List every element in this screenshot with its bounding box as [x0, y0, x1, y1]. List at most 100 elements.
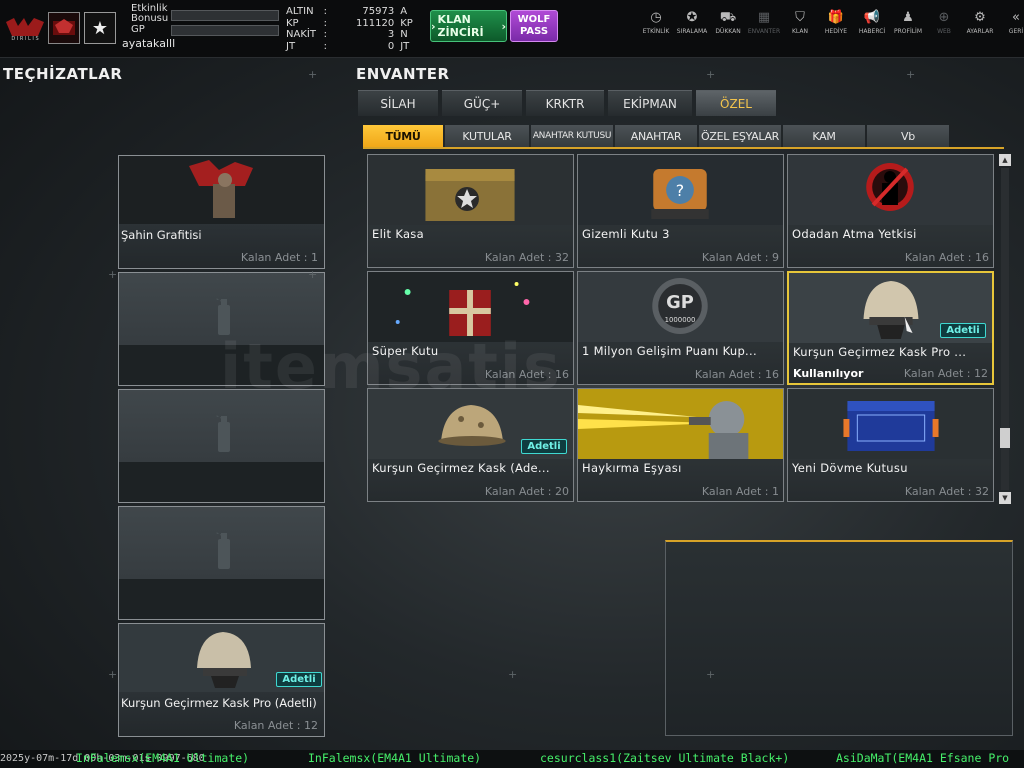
sub-tab[interactable]: KUTULAR [445, 125, 529, 147]
inventory-item-card[interactable]: GP 1000000 1 Milyon Gelişim Puanı Kup... Ka… [577, 271, 784, 385]
menu-item-label: AYARLAR [966, 28, 994, 35]
menu-item-label: SIRALAMA [676, 28, 708, 35]
scroll-thumb[interactable] [1000, 428, 1010, 448]
menu-item-klan[interactable]: ⛉ KLAN [782, 8, 818, 52]
sub-tab[interactable]: TÜMÜ [363, 125, 443, 147]
menu-item-envanter: ▦ ENVANTER [746, 8, 782, 52]
menu-item-label: HABERCİ [858, 28, 886, 35]
main-tab[interactable]: ÖZEL [696, 90, 776, 116]
main-tab[interactable]: EKİPMAN [608, 90, 692, 116]
menu-item-label: KLAN [791, 28, 808, 35]
currency-row-cash: NAKİT : 3 N [286, 29, 420, 41]
scroll-down-icon[interactable]: ▼ [999, 492, 1011, 504]
item-status: Kullanılıyor [793, 367, 864, 380]
item-qty: Kalan Adet : 12 [903, 367, 988, 380]
spray-can-icon [215, 414, 230, 452]
top-bar: D I R I L I S ★ Etkinlik Bonusu GP ayata… [0, 0, 1024, 58]
wolf-pass-button[interactable]: WOLF PASS [510, 10, 558, 42]
equipment-qty: Kalan Adet : 1 [240, 251, 318, 264]
currency-unit: N [400, 29, 408, 40]
gear-icon: ⚙ [974, 10, 986, 25]
menu-item-ayarlar[interactable]: ⚙ AYARLAR [962, 8, 998, 52]
inventory-item-card[interactable]: ? Gizemli Kutu 3 Kalan Adet : 9 [577, 154, 784, 268]
clan-emblem-icon[interactable] [48, 12, 80, 44]
globe-icon: ⊕ [938, 10, 950, 25]
currency-label: NAKİT [286, 29, 316, 40]
sub-tab[interactable]: ÖZEL EŞYALAR [699, 125, 781, 147]
item-name: Elit Kasa [372, 227, 424, 241]
klan-chain-button[interactable]: › KLAN ZİNCİRİ › [430, 10, 507, 42]
menu-item-etki̇nli̇k[interactable]: ◷ ETKİNLİK [638, 8, 674, 52]
wolf-logo-icon: D I R I L I S [6, 18, 44, 42]
item-qty: Kalan Adet : 32 [484, 251, 569, 264]
menu-item-geri̇[interactable]: « GERİ [998, 8, 1024, 52]
item-detail-panel [665, 540, 1013, 736]
gift-icon: 🎁 [827, 10, 845, 25]
main-tab[interactable]: SİLAH [358, 90, 438, 116]
item-image [578, 389, 783, 459]
currency-unit: KP [400, 17, 413, 29]
item-image: GP 1000000 [578, 272, 783, 342]
item-image [788, 389, 993, 459]
inventory-grid: Elit Kasa Kalan Adet : 32? Gizemli Kutu 3 K… [367, 154, 995, 504]
spray-can-icon [215, 531, 230, 569]
menu-item-profi̇li̇m[interactable]: ♟ PROFİLİM [890, 8, 926, 52]
wolf-pass-label-1: WOLF [517, 14, 551, 25]
sub-tab[interactable]: Vb [867, 125, 949, 147]
watermark: itemsatis [220, 330, 563, 403]
inventory-item-card[interactable]: Haykırma Eşyası Kalan Adet : 1 [577, 388, 784, 502]
gp-label: GP [131, 24, 145, 35]
inventory-item-card[interactable]: Elit Kasa Kalan Adet : 32 [367, 154, 574, 268]
menu-item-siralama[interactable]: ✪ SIRALAMA [674, 8, 710, 52]
item-image [368, 155, 573, 225]
event-bonus-bar [171, 10, 279, 21]
equipment-slot[interactable] [118, 506, 325, 620]
item-name: Kurşun Geçirmez Kask Pro ... [793, 345, 967, 359]
item-name: Yeni Dövme Kutusu [792, 461, 908, 475]
adetli-badge: Adetli [521, 439, 567, 454]
inventory-item-card[interactable]: Kurşun Geçirmez Kask Pro ... Kalan Adet :… [787, 271, 994, 385]
inventory-item-card[interactable]: Kurşun Geçirmez Kask (Ade... Kalan Adet :… [367, 388, 574, 502]
decor-plus: + [108, 268, 118, 281]
sub-tab[interactable]: ANAHTAR KUTUSU [531, 125, 613, 147]
inventory-item-card[interactable]: Odadan Atma Yetkisi Kalan Adet : 16 [787, 154, 994, 268]
menu-item-hedi̇ye[interactable]: 🎁 HEDİYE [818, 8, 854, 52]
item-name: Gizemli Kutu 3 [582, 227, 670, 241]
decor-plus: + [706, 668, 716, 681]
sub-tab[interactable]: ANAHTAR [615, 125, 697, 147]
equipment-slot[interactable]: Kurşun Geçirmez Kask Pro (Adetli) Kalan A… [118, 623, 325, 737]
scroll-up-icon[interactable]: ▲ [999, 154, 1011, 166]
item-qty: Kalan Adet : 32 [904, 485, 989, 498]
currency-value: 75973 [362, 6, 395, 17]
menu-item-haberci̇[interactable]: 📢 HABERCİ [854, 8, 890, 52]
klan-chain-label: KLAN ZİNCİRİ [437, 13, 484, 39]
equipment-slot[interactable]: Şahin Grafitisi Kalan Adet : 1 [118, 155, 325, 269]
gp-bar [171, 25, 279, 36]
equipment-name: Şahin Grafitisi [121, 228, 202, 242]
item-qty: Kalan Adet : 9 [701, 251, 779, 264]
inventory-scrollbar[interactable]: ▲ ▼ [999, 154, 1011, 504]
medal-icon: ✪ [686, 10, 698, 25]
menu-item-label: ENVANTER [747, 28, 781, 35]
menu-item-dükkan[interactable]: ⛟ DÜKKAN [710, 8, 746, 52]
inventory-item-card[interactable]: Yeni Dövme Kutusu Kalan Adet : 32 [787, 388, 994, 502]
equipment-name: Kurşun Geçirmez Kask Pro (Adetli) [121, 696, 317, 710]
menu-item-label: ETKİNLİK [642, 28, 670, 35]
item-qty: Kalan Adet : 16 [904, 251, 989, 264]
main-tab[interactable]: KRKTR [526, 90, 604, 116]
main-tab[interactable]: GÜÇ+ [442, 90, 522, 116]
currency-value: 0 [387, 40, 395, 52]
menu-item-label: HEDİYE [824, 28, 848, 35]
inventory-sub-tabs: TÜMÜ KUTULAR ANAHTAR KUTUSU ANAHTAR ÖZEL EŞY… [363, 125, 951, 147]
currency-label: JT [286, 40, 296, 52]
rank-star-icon[interactable]: ★ [84, 12, 116, 44]
currency-label: KP [286, 17, 299, 29]
event-bonus-label: Etkinlik Bonusu [131, 3, 169, 24]
decor-plus: + [308, 268, 318, 281]
item-image: ? [578, 155, 783, 225]
gp-coin-amount: 1000000 [665, 316, 696, 324]
inventory-icon: ▦ [757, 10, 771, 25]
equipment-slot[interactable] [118, 389, 325, 503]
sub-tab[interactable]: KAM [783, 125, 865, 147]
decor-plus: + [108, 668, 118, 681]
